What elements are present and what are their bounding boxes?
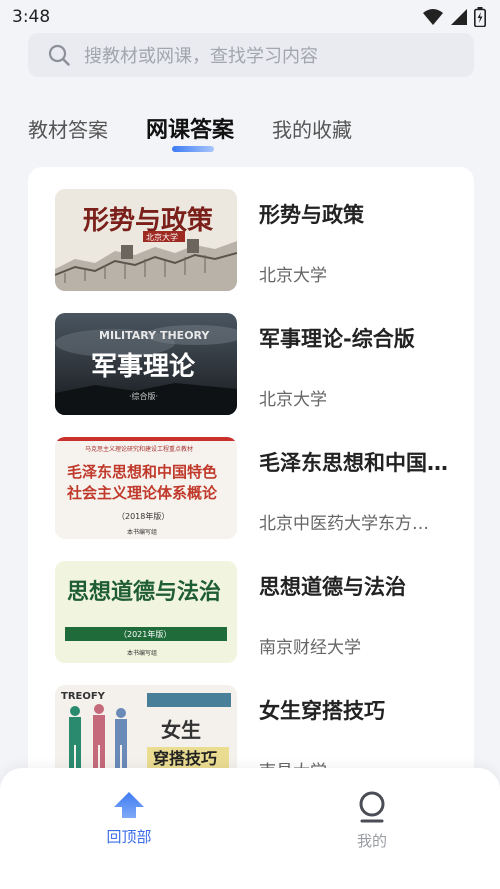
- arrow-up-icon: [114, 792, 144, 818]
- status-time: 3:48: [12, 7, 51, 27]
- nav-mine[interactable]: 我的: [327, 790, 417, 854]
- profile-icon: [359, 791, 385, 823]
- cover-top-text: 马克思主义理论研究和建设工程重点教材: [85, 445, 193, 453]
- cover-title: 思想道德与法治: [67, 579, 221, 604]
- course-title: 毛泽东思想和中国特色社会主义理论体系概论: [259, 451, 459, 475]
- status-bar: 3:48: [0, 0, 500, 34]
- course-item-mao-thought[interactable]: 马克思主义理论研究和建设工程重点教材 毛泽东思想和中国特色 社会主义理论体系概论…: [55, 437, 465, 539]
- tab-textbook-answers[interactable]: 教材答案: [28, 110, 108, 143]
- search-icon: [48, 44, 70, 66]
- course-school: 南京财经大学: [259, 638, 361, 658]
- course-cover: MILITARY THEORY 军事理论 ·综合版·: [55, 313, 237, 415]
- tab-my-favorites[interactable]: 我的收藏: [272, 110, 352, 143]
- bottom-nav: 回顶部 我的: [0, 768, 500, 889]
- nav-back-to-top[interactable]: 回顶部: [84, 790, 174, 854]
- search-bar[interactable]: 搜教材或网课，查找学习内容: [28, 33, 474, 77]
- nav-label: 我的: [356, 832, 387, 850]
- search-placeholder: 搜教材或网课，查找学习内容: [84, 46, 318, 67]
- tab-online-course-answers[interactable]: 网课答案: [146, 110, 235, 152]
- cover-footer: 本书编写组: [127, 649, 157, 657]
- course-school: 北京大学: [259, 266, 327, 286]
- course-cover: 马克思主义理论研究和建设工程重点教材 毛泽东思想和中国特色 社会主义理论体系概论…: [55, 437, 237, 539]
- cover-top-text: MILITARY THEORY: [99, 329, 210, 342]
- cover-title-line2: 社会主义理论体系概论: [66, 484, 218, 502]
- course-title: 女生穿搭技巧: [259, 699, 385, 723]
- course-title: 军事理论-综合版: [259, 327, 415, 351]
- course-item-morality-law[interactable]: 思想道德与法治 （2021年版） 本书编写组 思想道德与法治 南京财经大学: [55, 561, 465, 663]
- cover-top-text: TREOFY: [61, 691, 106, 702]
- cover-title-line1: 毛泽东思想和中国特色: [67, 463, 217, 481]
- cover-title: 形势与政策: [83, 205, 213, 235]
- wifi-icon: [423, 9, 443, 25]
- course-item-military-theory[interactable]: MILITARY THEORY 军事理论 ·综合版· 军事理论-综合版 北京大学: [55, 313, 465, 415]
- tab-bar: 教材答案 网课答案 我的收藏: [28, 110, 474, 160]
- cover-title-line2: 穿搭技巧: [153, 749, 217, 768]
- course-cover: 形势与政策 北京大学: [55, 189, 237, 291]
- course-list: 形势与政策 北京大学 形势与政策 北京大学 MILITARY THEORY 军事…: [28, 167, 474, 807]
- course-school: 北京中医药大学东方学院: [259, 514, 444, 534]
- cover-subtitle: ·综合版·: [129, 391, 158, 401]
- course-item-situation-policy[interactable]: 形势与政策 北京大学 形势与政策 北京大学: [55, 189, 465, 291]
- course-title: 思想道德与法治: [259, 575, 406, 599]
- cover-subtitle: （2018年版）: [117, 511, 169, 521]
- status-icons: [422, 7, 486, 27]
- cover-title-line1: 女生: [161, 718, 201, 742]
- course-school: 北京大学: [259, 390, 327, 410]
- nav-label: 回顶部: [106, 828, 152, 846]
- cover-footer: 本书编写组: [127, 528, 157, 536]
- active-tab-indicator: [172, 146, 214, 152]
- cover-subtitle: 北京大学: [146, 232, 178, 242]
- tab-label: 网课答案: [146, 118, 235, 143]
- course-title: 形势与政策: [259, 203, 364, 227]
- course-cover: 思想道德与法治 （2021年版） 本书编写组: [55, 561, 237, 663]
- battery-icon: [474, 7, 486, 27]
- cellular-icon: [451, 9, 467, 25]
- cover-subtitle: （2021年版）: [119, 629, 171, 639]
- cover-title: 军事理论: [91, 352, 196, 382]
